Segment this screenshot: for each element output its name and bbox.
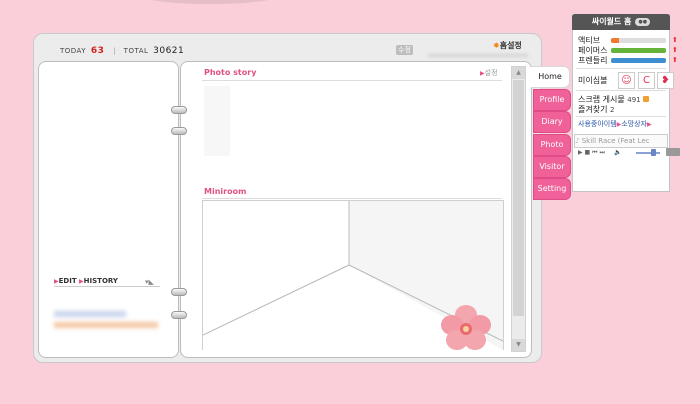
mini-symbol-label: 미이심볼	[578, 76, 608, 85]
history-link[interactable]: HISTORY	[84, 277, 118, 285]
bgm-title-display[interactable]: ♪ Skill Race (Feat Lec	[574, 134, 668, 148]
tab-diary[interactable]: Diary	[533, 111, 571, 133]
total-count: 30621	[153, 46, 185, 56]
volume-knob[interactable]	[651, 149, 656, 156]
stat-active-bar	[611, 38, 666, 43]
tab-profile[interactable]: Profile	[533, 89, 571, 111]
avatar-icon[interactable]: ☺	[618, 72, 635, 89]
vertical-scrollbar[interactable]: ▲ ▼	[511, 66, 526, 352]
favorites-row[interactable]: 즐겨찾기 2	[578, 104, 614, 115]
setting-link-label: 설정	[484, 69, 498, 77]
divider	[576, 90, 666, 91]
today-label: TODAY	[60, 47, 87, 55]
items-in-use-link[interactable]: 사용중아이템	[578, 120, 617, 128]
new-badge-icon	[642, 96, 649, 102]
scroll-down-icon[interactable]: ▼	[512, 339, 525, 351]
binder-ring	[171, 106, 187, 114]
music-note-icon: ♪	[575, 137, 580, 145]
side-panel-title[interactable]: 싸이월드 홈 ●●	[572, 14, 670, 30]
divider	[576, 116, 666, 117]
items-row: 사용중아이템▶소망상자▶	[578, 119, 652, 129]
play-icon[interactable]: ▶	[578, 149, 583, 156]
stop-icon[interactable]: ■	[585, 149, 591, 156]
background-shadow	[140, 0, 280, 4]
mood-wave-icon: ▾◣	[145, 278, 154, 286]
miniroom-room	[203, 201, 503, 350]
favorites-label: 즐겨찾기	[578, 105, 608, 114]
arrow-up-icon: ⬆	[672, 56, 678, 64]
side-panel-title-text: 싸이월드 홈	[591, 17, 632, 26]
scrap-count: 491	[627, 96, 641, 104]
photo-setting-link[interactable]: ▶설정	[480, 68, 498, 78]
scrap-label: 스크랩 게시물	[578, 95, 625, 104]
prev-icon[interactable]: ⏮	[592, 149, 597, 156]
profile-info-blurred	[54, 322, 158, 328]
miniroom-view[interactable]	[202, 200, 504, 350]
edit-button[interactable]: 수정	[396, 45, 413, 55]
total-label: TOTAL	[123, 47, 149, 55]
home-settings-link[interactable]: ✸홈설정	[493, 40, 522, 51]
arrow-up-icon: ⬆	[672, 36, 678, 44]
volume-icon: 🔈	[614, 149, 622, 156]
divider	[202, 198, 502, 199]
speech-icon: ●●	[635, 17, 651, 26]
next-icon[interactable]: ⏭	[599, 149, 604, 156]
stat-friendly-bar	[611, 58, 666, 63]
stat-friendly-label: 프렌들리	[578, 56, 608, 65]
binder-ring	[171, 127, 187, 135]
profile-edit-row: ▶EDIT ▶HISTORY	[54, 277, 118, 285]
tab-photo[interactable]: Photo	[533, 134, 571, 156]
volume-slider[interactable]	[636, 152, 660, 154]
bgm-title: Skill Race (Feat Lec	[581, 137, 650, 145]
stat-friendly-fill	[611, 58, 666, 63]
edit-link[interactable]: EDIT	[59, 277, 77, 285]
stat-famous-bar	[611, 48, 666, 53]
tab-setting[interactable]: Setting	[533, 178, 571, 200]
bgm-controls: ▶ ■ ⏮ ⏭ 🔈	[578, 149, 622, 157]
sun-icon: ✸	[493, 41, 500, 50]
cyworld-c-icon[interactable]: C	[638, 72, 655, 89]
miniroom-title: Miniroom	[204, 187, 247, 196]
tab-visitor[interactable]: Visitor	[533, 156, 571, 178]
arrow-up-icon: ⬆	[672, 46, 678, 54]
sticker-icon[interactable]: ❥	[657, 72, 674, 89]
triangle-right-icon: ▶	[647, 121, 652, 128]
today-count: 63	[90, 46, 105, 56]
homepage-url-blurred	[428, 53, 528, 58]
counter-separator: |	[113, 47, 116, 55]
photo-story-title: Photo story	[204, 68, 257, 77]
profile-name-blurred	[54, 311, 126, 317]
divider	[576, 68, 666, 69]
divider	[54, 286, 160, 287]
visitor-counter: TODAY 63 | TOTAL 30621	[60, 46, 184, 56]
home-settings-label: 홈설정	[499, 41, 522, 50]
binder-ring	[171, 311, 187, 319]
favorites-count: 2	[610, 106, 615, 114]
binder-ring	[171, 288, 187, 296]
divider	[202, 80, 502, 81]
scroll-thumb[interactable]	[513, 80, 524, 316]
tab-home[interactable]: Home	[531, 66, 570, 88]
stat-famous-fill	[611, 48, 666, 53]
photo-placeholder	[204, 86, 230, 156]
mute-button[interactable]	[666, 148, 680, 156]
scroll-up-icon[interactable]: ▲	[512, 67, 525, 79]
wish-box-link[interactable]: 소망상자	[621, 120, 647, 128]
stat-active-fill	[611, 38, 620, 43]
